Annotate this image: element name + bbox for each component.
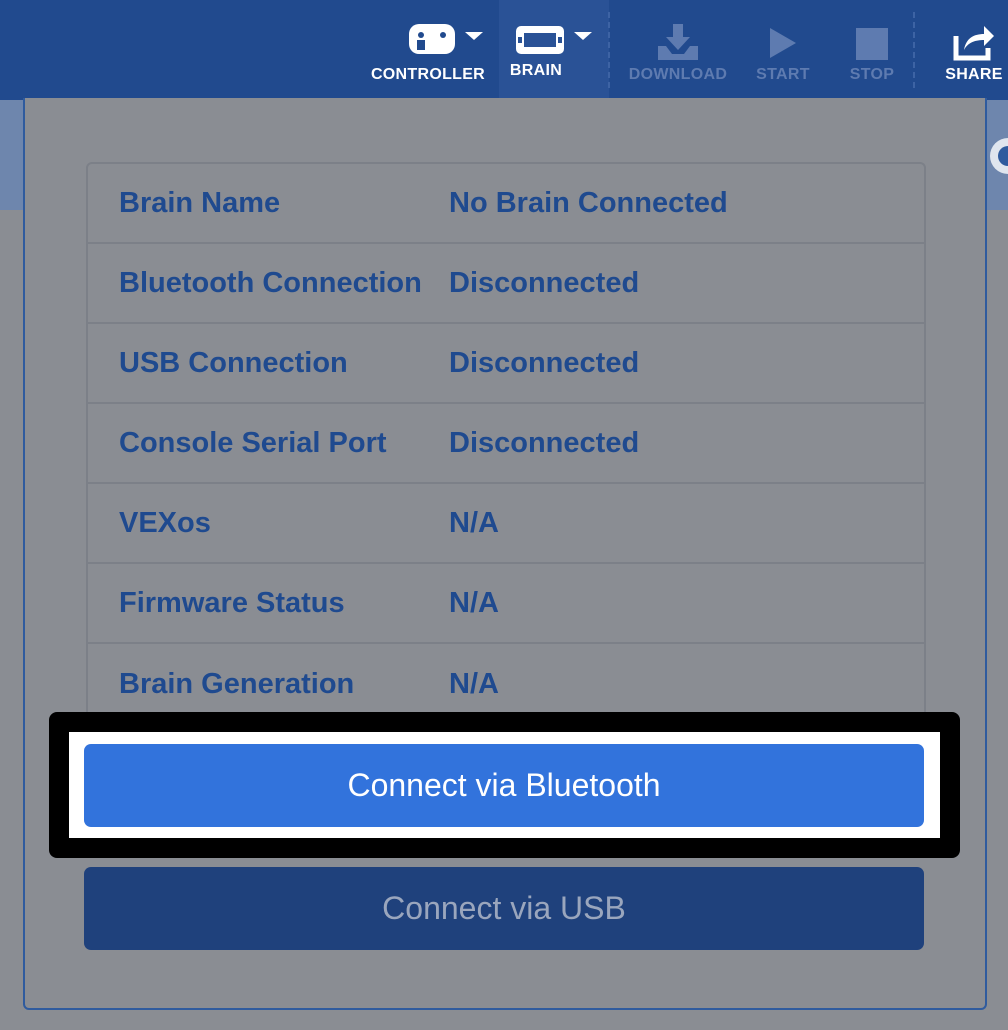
info-row-vexos: VEXos N/A — [88, 484, 924, 564]
info-value: No Brain Connected — [449, 186, 728, 219]
controller-label: CONTROLLER — [370, 66, 486, 83]
info-label: Brain Generation — [119, 667, 355, 700]
chevron-down-icon — [465, 32, 483, 40]
top-toolbar: CONTROLLER BRAIN DOWNLOAD START STOP SHA… — [0, 0, 1008, 100]
controller-icon-group — [371, 0, 485, 62]
brain-info-table: Brain Name No Brain Connected Bluetooth … — [86, 162, 926, 724]
download-icon — [658, 24, 698, 60]
connect-bluetooth-button[interactable]: Connect via Bluetooth — [84, 744, 924, 827]
toolbar-divider — [608, 12, 610, 88]
stop-label: STOP — [849, 66, 895, 83]
info-label: Bluetooth Connection — [119, 266, 422, 299]
share-icon-group — [952, 0, 996, 62]
stop-icon-group — [855, 0, 889, 62]
info-label: USB Connection — [119, 346, 348, 379]
info-row-brain-name: Brain Name No Brain Connected — [88, 164, 924, 244]
info-row-firmware-status: Firmware Status N/A — [88, 564, 924, 644]
download-button[interactable]: DOWNLOAD — [620, 0, 736, 100]
brain-icon — [516, 26, 564, 54]
info-label: Console Serial Port — [119, 426, 387, 459]
info-row-console-serial-port: Console Serial Port Disconnected — [88, 404, 924, 484]
info-label: VEXos — [119, 506, 211, 539]
share-button[interactable]: SHARE — [940, 0, 1008, 100]
download-label: DOWNLOAD — [628, 66, 728, 83]
info-value: Disconnected — [449, 426, 640, 459]
brain-icon-group — [514, 0, 594, 58]
start-label: START — [756, 66, 810, 83]
share-label: SHARE — [945, 66, 1003, 83]
info-label: Firmware Status — [119, 586, 345, 619]
share-icon — [953, 26, 994, 61]
stop-button[interactable]: STOP — [840, 0, 904, 100]
info-value: Disconnected — [449, 266, 640, 299]
download-icon-group — [656, 0, 700, 62]
start-button[interactable]: START — [748, 0, 818, 100]
controller-button[interactable]: CONTROLLER — [366, 0, 490, 100]
brain-label: BRAIN — [509, 62, 563, 79]
stop-icon — [856, 28, 888, 60]
info-label: Brain Name — [119, 186, 281, 219]
info-row-usb-connection: USB Connection Disconnected — [88, 324, 924, 404]
connect-usb-button[interactable]: Connect via USB — [84, 867, 924, 950]
toolbar-divider — [913, 12, 915, 88]
info-value: Disconnected — [449, 346, 640, 379]
info-value: N/A — [449, 506, 499, 539]
brain-button[interactable]: BRAIN — [499, 0, 609, 100]
play-icon — [770, 28, 796, 58]
info-value: N/A — [449, 667, 499, 700]
info-value: N/A — [449, 586, 499, 619]
chevron-down-icon — [574, 32, 592, 40]
start-icon-group — [766, 0, 800, 62]
info-row-bluetooth-connection: Bluetooth Connection Disconnected — [88, 244, 924, 324]
gamepad-icon — [409, 24, 455, 54]
